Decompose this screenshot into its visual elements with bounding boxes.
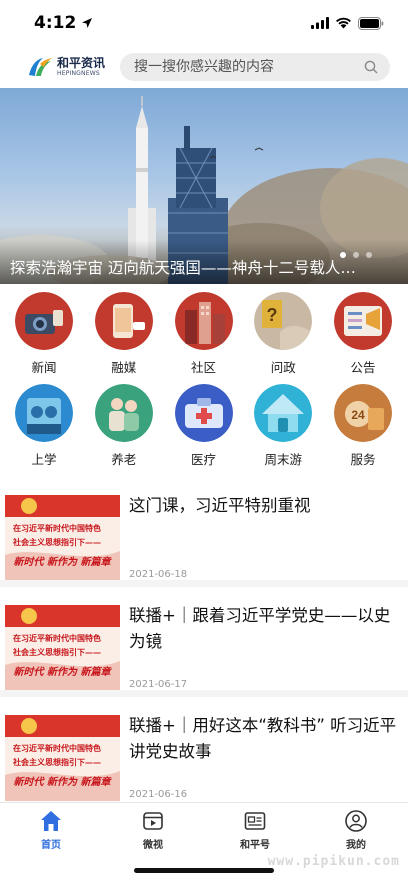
thumbnail-slogan-text: 在习近平新时代中国特色 xyxy=(13,743,101,753)
app-logo[interactable]: 和平资讯 HEPINGNEWS xyxy=(26,55,118,79)
tab-label: 微视 xyxy=(143,840,163,851)
watermark: www.pipikun.com xyxy=(267,854,400,869)
news-divider xyxy=(0,690,408,697)
search-bar[interactable] xyxy=(120,53,390,81)
school-icon xyxy=(15,384,73,442)
category-row: 新闻 融媒 社区 ? 问政 公告 xyxy=(0,292,408,384)
category-row: 上学 养老 医疗 周末游 24 服务 xyxy=(0,384,408,476)
news-date: 2021-06-16 xyxy=(129,789,188,800)
news-feed-icon xyxy=(244,812,266,830)
service-icon: 24 xyxy=(334,384,392,442)
category-label: 新闻 xyxy=(31,360,57,375)
category-weekend-travel[interactable]: 周末游 xyxy=(254,384,313,476)
search-input[interactable] xyxy=(134,59,364,75)
news-icon xyxy=(15,292,73,350)
search-icon[interactable] xyxy=(364,60,378,74)
category-elderly-care[interactable]: 养老 xyxy=(94,384,153,476)
category-label: 问政 xyxy=(270,360,296,375)
thumbnail-slogan-text: 新时代 新作为 新篇章 xyxy=(14,666,113,678)
hero-banner[interactable]: 探索浩瀚宇宙 迈向航天强国——神舟十二号载人… xyxy=(0,88,408,284)
news-divider xyxy=(0,580,408,587)
home-indicator[interactable] xyxy=(134,868,274,873)
location-arrow-icon xyxy=(82,18,93,28)
news-date: 2021-06-18 xyxy=(129,569,188,580)
thumbnail-slogan-text: 新时代 新作为 新篇章 xyxy=(14,776,113,788)
category-community[interactable]: 社区 xyxy=(174,292,233,384)
svg-text:24: 24 xyxy=(351,408,365,422)
category-news[interactable]: 新闻 xyxy=(15,292,73,384)
tab-heping-feed[interactable]: 和平号 xyxy=(225,809,285,851)
tab-label: 我的 xyxy=(346,840,366,851)
category-inquiry[interactable]: ? 问政 xyxy=(254,292,313,384)
thumbnail-slogan-text: 在习近平新时代中国特色 xyxy=(13,633,101,643)
app-header: 和平资讯 HEPINGNEWS xyxy=(0,46,408,88)
banner-caption[interactable]: 探索浩瀚宇宙 迈向航天强国——神舟十二号载人… xyxy=(10,256,390,278)
category-label: 社区 xyxy=(190,360,216,375)
category-announcement[interactable]: 公告 xyxy=(334,292,392,384)
news-thumbnail: 在习近平新时代中国特色 社会主义思想指引下—— 新时代 新作为 新篇章 xyxy=(5,715,120,801)
news-thumbnail: 在习近平新时代中国特色 社会主义思想指引下—— 新时代 新作为 新篇章 xyxy=(5,605,120,691)
logo-mark-icon xyxy=(29,58,52,76)
category-media[interactable]: 融媒 xyxy=(94,292,153,384)
logo-english-name: HEPINGNEWS xyxy=(57,70,100,77)
news-item[interactable]: 在习近平新时代中国特色 社会主义思想指引下—— 新时代 新作为 新篇章 这门课，习近… xyxy=(0,487,408,587)
svg-text:?: ? xyxy=(267,305,278,325)
status-indicators xyxy=(311,16,384,30)
status-time: 4:12 xyxy=(34,13,77,33)
news-item[interactable]: 在习近平新时代中国特色 社会主义思想指引下—— 新时代 新作为 新篇章 联播+｜跟着… xyxy=(0,597,408,697)
news-title[interactable]: 这门课，习近平特别重视 xyxy=(129,493,399,519)
tab-home[interactable]: 首页 xyxy=(21,809,81,851)
logo-text: 和平资讯 HEPINGNEWS xyxy=(57,57,105,77)
news-thumbnail: 在习近平新时代中国特色 社会主义思想指引下—— 新时代 新作为 新篇章 xyxy=(5,495,120,581)
thumbnail-slogan-text: 新时代 新作为 新篇章 xyxy=(14,556,113,568)
media-icon xyxy=(94,292,153,350)
party-emblem-thumbnail: 在习近平新时代中国特色社会主义思想指引下—— 新时代 新作为 新篇章 xyxy=(5,605,120,691)
category-service[interactable]: 24 服务 xyxy=(334,384,392,476)
thumbnail-slogan-text: 社会主义思想指引下—— xyxy=(12,647,101,657)
tab-profile[interactable]: 我的 xyxy=(326,809,386,851)
party-emblem-thumbnail: 在习近平新时代中国特色社会主义思想指引下—— 新时代 新作为 新篇章 xyxy=(5,715,120,801)
category-label: 公告 xyxy=(350,360,376,375)
wifi-icon xyxy=(336,17,351,29)
category-label: 服务 xyxy=(350,452,376,467)
category-medical[interactable]: 医疗 xyxy=(174,384,233,476)
category-label: 上学 xyxy=(31,452,57,467)
home-icon xyxy=(41,811,61,831)
signal-icon xyxy=(311,17,329,29)
thumbnail-slogan-text: 社会主义思想指引下—— xyxy=(12,537,101,547)
inquiry-icon: ? xyxy=(254,292,313,350)
battery-icon xyxy=(358,16,384,30)
weekend-travel-icon xyxy=(254,384,313,442)
announcement-icon xyxy=(334,292,392,350)
community-icon xyxy=(174,292,233,350)
category-grid: 新闻 融媒 社区 ? 问政 公告 上学 养老 医疗 周末游 24 服务 xyxy=(0,292,408,476)
news-item[interactable]: 在习近平新时代中国特色 社会主义思想指引下—— 新时代 新作为 新篇章 联播+｜用好… xyxy=(0,707,408,807)
category-label: 养老 xyxy=(111,452,137,467)
profile-icon xyxy=(345,810,367,832)
tab-label: 首页 xyxy=(41,840,61,851)
status-bar: 4:12 xyxy=(0,0,408,46)
video-icon xyxy=(143,812,163,830)
tab-video[interactable]: 微视 xyxy=(123,809,183,851)
elderly-care-icon xyxy=(94,384,153,442)
category-label: 医疗 xyxy=(190,452,216,467)
thumbnail-slogan-text: 社会主义思想指引下—— xyxy=(12,757,101,767)
category-label: 周末游 xyxy=(264,452,302,467)
category-school[interactable]: 上学 xyxy=(15,384,73,476)
party-emblem-thumbnail: 在习近平新时代中国特色社会主义思想指引下—— 新时代 新作为 新篇章 xyxy=(5,495,120,581)
tab-label: 和平号 xyxy=(240,840,270,851)
news-title[interactable]: 联播+｜跟着习近平学党史——以史为镜 xyxy=(129,603,399,655)
news-title[interactable]: 联播+｜用好这本“教科书” 听习近平讲党史故事 xyxy=(129,713,399,765)
thumbnail-slogan-text: 在习近平新时代中国特色 xyxy=(13,523,101,533)
logo-chinese-name: 和平资讯 xyxy=(57,56,106,70)
category-label: 融媒 xyxy=(111,360,137,375)
news-date: 2021-06-17 xyxy=(129,679,188,690)
medical-icon xyxy=(174,384,233,442)
